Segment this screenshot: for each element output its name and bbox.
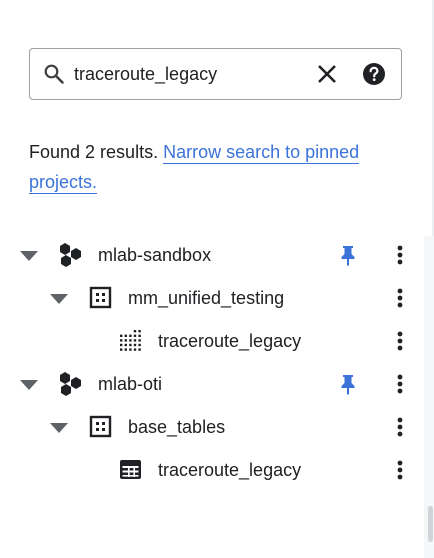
search-box <box>29 48 402 100</box>
more-options-icon[interactable] <box>388 372 412 396</box>
help-icon[interactable] <box>362 62 386 86</box>
tree-item-label[interactable]: mlab-oti <box>98 372 162 396</box>
more-options-icon[interactable] <box>388 243 412 267</box>
search-icon <box>42 62 66 86</box>
tree-row[interactable]: traceroute_legacy <box>0 320 420 362</box>
tree-row[interactable]: mlab-sandbox <box>0 234 420 276</box>
scrollbar-thumb[interactable] <box>428 506 433 542</box>
more-options-icon[interactable] <box>388 329 412 353</box>
results-summary: Found 2 results. <box>29 142 159 162</box>
dataset-icon <box>88 285 114 311</box>
more-options-icon[interactable] <box>388 458 412 482</box>
tree-item-label[interactable]: mm_unified_testing <box>128 286 284 310</box>
table-icon <box>118 457 144 483</box>
project-icon <box>58 371 84 397</box>
expand-toggle-icon[interactable] <box>49 293 69 305</box>
dataset-icon <box>88 414 114 440</box>
project-icon <box>58 242 84 268</box>
expand-toggle-icon[interactable] <box>19 379 39 391</box>
pin-icon[interactable] <box>336 243 360 267</box>
search-input[interactable] <box>74 61 294 87</box>
tree-row[interactable]: mm_unified_testing <box>0 277 420 319</box>
tree-item-label[interactable]: base_tables <box>128 415 225 439</box>
more-options-icon[interactable] <box>388 415 412 439</box>
view-icon <box>118 328 144 354</box>
tree-row[interactable]: mlab-oti <box>0 363 420 405</box>
tree-row[interactable]: base_tables <box>0 406 420 448</box>
close-icon[interactable] <box>314 61 340 87</box>
tree-row[interactable]: traceroute_legacy <box>0 449 420 491</box>
expand-toggle-icon[interactable] <box>49 422 69 434</box>
results-message: Found 2 results. Narrow search to pinned… <box>29 137 409 197</box>
more-options-icon[interactable] <box>388 286 412 310</box>
tree-item-label[interactable]: traceroute_legacy <box>158 329 301 353</box>
tree-item-label[interactable]: mlab-sandbox <box>98 243 211 267</box>
pin-icon[interactable] <box>336 372 360 396</box>
expand-toggle-icon[interactable] <box>19 250 39 262</box>
tree-item-label[interactable]: traceroute_legacy <box>158 458 301 482</box>
